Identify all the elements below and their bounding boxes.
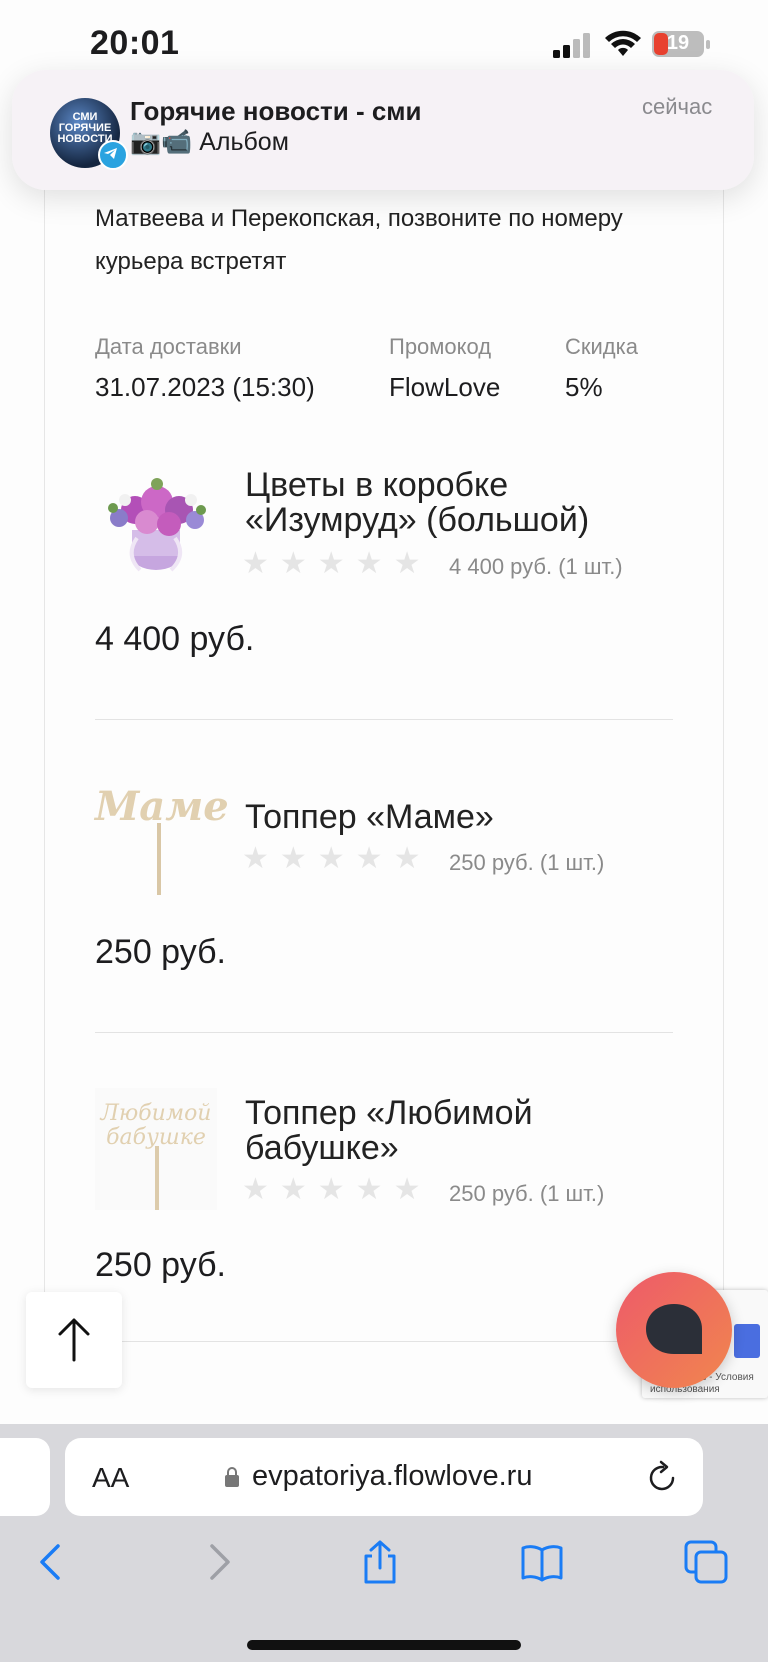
discount-value: 5% xyxy=(565,372,603,402)
notification-banner[interactable]: СМИ ГОРЯЧИЕ НОВОСТИ Горячие новости - см… xyxy=(12,70,754,190)
rating-stars[interactable]: ★★★★★ xyxy=(242,841,431,876)
battery-level: 19 xyxy=(666,32,690,54)
product-total: 250 руб. xyxy=(95,933,227,971)
product-image-flowers[interactable] xyxy=(95,460,217,582)
notification-title: Горячие новости - сми xyxy=(130,96,422,126)
rating-stars[interactable]: ★★★★★ xyxy=(242,1172,431,1207)
product-name[interactable]: Цветы в коробке «Изумруд» (большой) xyxy=(245,468,665,538)
discount-label: Скидка xyxy=(565,334,638,359)
topper-image-text: Маме xyxy=(95,783,229,830)
back-icon[interactable] xyxy=(30,1540,74,1584)
home-indicator xyxy=(247,1640,521,1650)
notification-subtitle: 📷📹 Альбом xyxy=(130,128,289,156)
delivery-date-label: Дата доставки xyxy=(95,334,242,359)
divider xyxy=(95,719,673,720)
unit-price: 250 руб. (1 шт.) xyxy=(449,1181,605,1206)
product-image-topper-babushke[interactable]: Любимой бабушке xyxy=(95,1088,217,1210)
product-name[interactable]: Топпер «Маме» xyxy=(245,800,665,835)
scroll-to-top-button[interactable] xyxy=(26,1292,122,1388)
unit-price: 250 руб. (1 шт.) xyxy=(449,850,605,875)
product-name[interactable]: Топпер «Любимой бабушке» xyxy=(245,1096,665,1166)
chat-icon xyxy=(646,1304,702,1354)
signal-icon xyxy=(553,33,590,58)
status-time: 20:01 xyxy=(90,24,180,62)
product-image-topper-mame[interactable]: Маме xyxy=(95,775,229,897)
tabs-icon[interactable] xyxy=(684,1540,728,1584)
divider xyxy=(95,1032,673,1033)
previous-tab-preview[interactable] xyxy=(0,1438,50,1516)
forward-icon[interactable] xyxy=(196,1540,240,1584)
lock-icon xyxy=(225,1467,239,1487)
bookmarks-icon[interactable] xyxy=(520,1540,564,1584)
product-total: 250 руб. xyxy=(95,1246,227,1284)
share-icon[interactable] xyxy=(358,1540,402,1584)
reload-icon[interactable] xyxy=(648,1460,678,1492)
address-note: Матвеева и Перекопская, позвоните по ном… xyxy=(95,205,623,275)
unit-price: 4 400 руб. (1 шт.) xyxy=(449,554,623,579)
divider xyxy=(95,1341,673,1342)
promo-value: FlowLove xyxy=(389,372,501,402)
chat-button[interactable] xyxy=(616,1272,732,1388)
notification-time: сейчас xyxy=(642,94,713,119)
reader-aa-button[interactable]: AA xyxy=(92,1462,129,1494)
topper-image-text: Любимой бабушке xyxy=(100,1101,212,1150)
rating-stars[interactable]: ★★★★★ xyxy=(242,546,431,581)
telegram-icon xyxy=(98,140,128,170)
product-total: 4 400 руб. xyxy=(95,620,255,658)
arrow-up-icon xyxy=(58,1318,90,1362)
delivery-date-value: 31.07.2023 (15:30) xyxy=(95,372,315,402)
url-text[interactable]: evpatoriya.flowlove.ru xyxy=(252,1460,532,1493)
battery-icon: 19 xyxy=(652,31,712,59)
wifi-icon xyxy=(605,30,641,56)
promo-label: Промокод xyxy=(389,334,492,359)
